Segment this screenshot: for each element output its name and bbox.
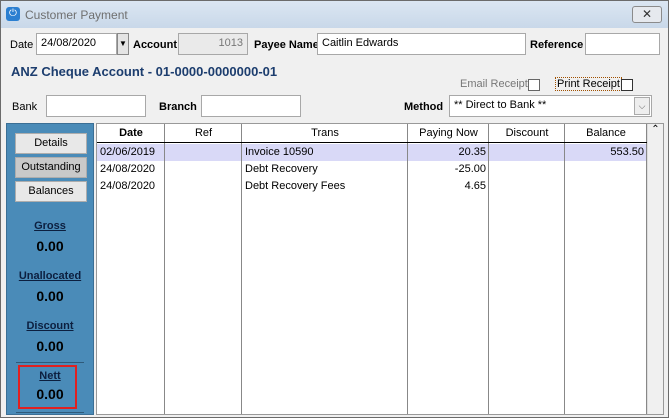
branch-label: Branch — [159, 101, 197, 113]
title-bar: ⏻ Customer Payment ✕ — [1, 1, 668, 28]
power-icon: ⏻ — [6, 7, 20, 21]
header-paying-now[interactable]: Paying Now — [408, 124, 489, 143]
header-discount[interactable]: Discount — [489, 124, 565, 143]
window-title: Customer Payment — [25, 8, 128, 22]
cell-paying: 4.65 — [464, 180, 486, 192]
cell-trans: Debt Recovery Fees — [245, 180, 346, 192]
date-label: Date — [10, 39, 34, 51]
cell-balance — [565, 178, 647, 195]
unallocated-label: Unallocated — [18, 270, 82, 282]
table-row[interactable]: 02/06/2019 Invoice 10590 20.35 553.50 — [97, 144, 647, 161]
payee-field[interactable]: Caitlin Edwards — [317, 33, 526, 55]
method-select[interactable]: ** Direct to Bank ** — [449, 95, 652, 117]
cell-discount — [489, 178, 565, 195]
header-date[interactable]: Date — [97, 124, 165, 143]
unallocated-value: 0.00 — [36, 288, 64, 304]
cell-discount — [489, 144, 565, 161]
discount-label: Discount — [26, 320, 74, 332]
email-receipt-label: Email Receipt — [460, 78, 528, 90]
cell-paying: 20.35 — [458, 146, 486, 158]
cell-balance — [565, 161, 647, 178]
unallocated-total: Unallocated 0.00 — [7, 270, 93, 304]
cell-trans: Invoice 10590 — [245, 146, 314, 158]
caret-down-icon: ▼ — [119, 39, 127, 48]
gross-value: 0.00 — [36, 238, 64, 254]
balances-button[interactable]: Balances — [15, 181, 87, 202]
vertical-scrollbar[interactable]: ⌃ — [647, 124, 663, 414]
gross-label: Gross — [34, 220, 66, 232]
nett-label: Nett — [39, 370, 61, 382]
nett-total: Nett 0.00 — [7, 370, 93, 402]
cell-discount — [489, 161, 565, 178]
cell-paying: -25.00 — [454, 163, 486, 175]
sidebar: Details Outstanding Balances Gross 0.00 U… — [6, 123, 94, 415]
cell-ref — [165, 161, 242, 178]
discount-value: 0.00 — [36, 338, 64, 354]
date-dropdown-button[interactable]: ▼ — [117, 33, 129, 55]
method-value: ** Direct to Bank ** — [454, 99, 547, 111]
discount-total: Discount 0.00 — [7, 320, 93, 354]
divider — [16, 362, 84, 363]
chevron-down-icon[interactable]: ⌵ — [634, 97, 650, 115]
divider — [16, 412, 84, 413]
header-trans[interactable]: Trans — [242, 124, 408, 143]
details-button[interactable]: Details — [15, 133, 87, 154]
cell-date: 24/08/2020 — [100, 163, 156, 175]
close-button[interactable]: ✕ — [632, 6, 662, 23]
branch-field[interactable] — [201, 95, 301, 117]
gross-total: Gross 0.00 — [7, 220, 93, 254]
scroll-up-icon[interactable]: ⌃ — [651, 124, 659, 135]
date-field[interactable]: 24/08/2020 — [36, 33, 117, 55]
bank-label: Bank — [12, 101, 38, 113]
header-ref[interactable]: Ref — [165, 124, 242, 143]
close-icon: ✕ — [641, 7, 653, 21]
header-balance[interactable]: Balance — [565, 124, 647, 143]
reference-label: Reference — [530, 39, 584, 51]
customer-payment-window: ⏻ Customer Payment ✕ Date 24/08/2020 ▼ A… — [0, 0, 669, 418]
cell-balance: 553.50 — [610, 146, 644, 158]
cell-ref — [165, 144, 242, 161]
account-field: 1013 — [178, 33, 248, 55]
cell-ref — [165, 178, 242, 195]
account-label: Account — [133, 39, 177, 51]
bank-account-title: ANZ Cheque Account - 01-0000-0000000-01 — [11, 64, 278, 79]
bank-field[interactable] — [46, 95, 146, 117]
outstanding-button[interactable]: Outstanding — [15, 157, 87, 178]
payee-label: Payee Name — [254, 39, 319, 51]
print-receipt-label[interactable]: Print Receipt — [555, 77, 622, 91]
nett-value: 0.00 — [36, 386, 64, 402]
method-label: Method — [404, 101, 444, 113]
reference-field[interactable] — [585, 33, 660, 55]
cell-date: 02/06/2019 — [100, 146, 156, 158]
outstanding-grid: Date Ref Trans Paying Now Discount Balan… — [96, 123, 664, 415]
email-receipt-checkbox[interactable] — [528, 79, 540, 91]
table-row[interactable]: 24/08/2020 Debt Recovery -25.00 — [97, 161, 647, 178]
table-row[interactable]: 24/08/2020 Debt Recovery Fees 4.65 — [97, 178, 647, 195]
print-receipt-checkbox[interactable] — [621, 79, 633, 91]
cell-trans: Debt Recovery — [245, 163, 318, 175]
cell-date: 24/08/2020 — [100, 180, 156, 192]
